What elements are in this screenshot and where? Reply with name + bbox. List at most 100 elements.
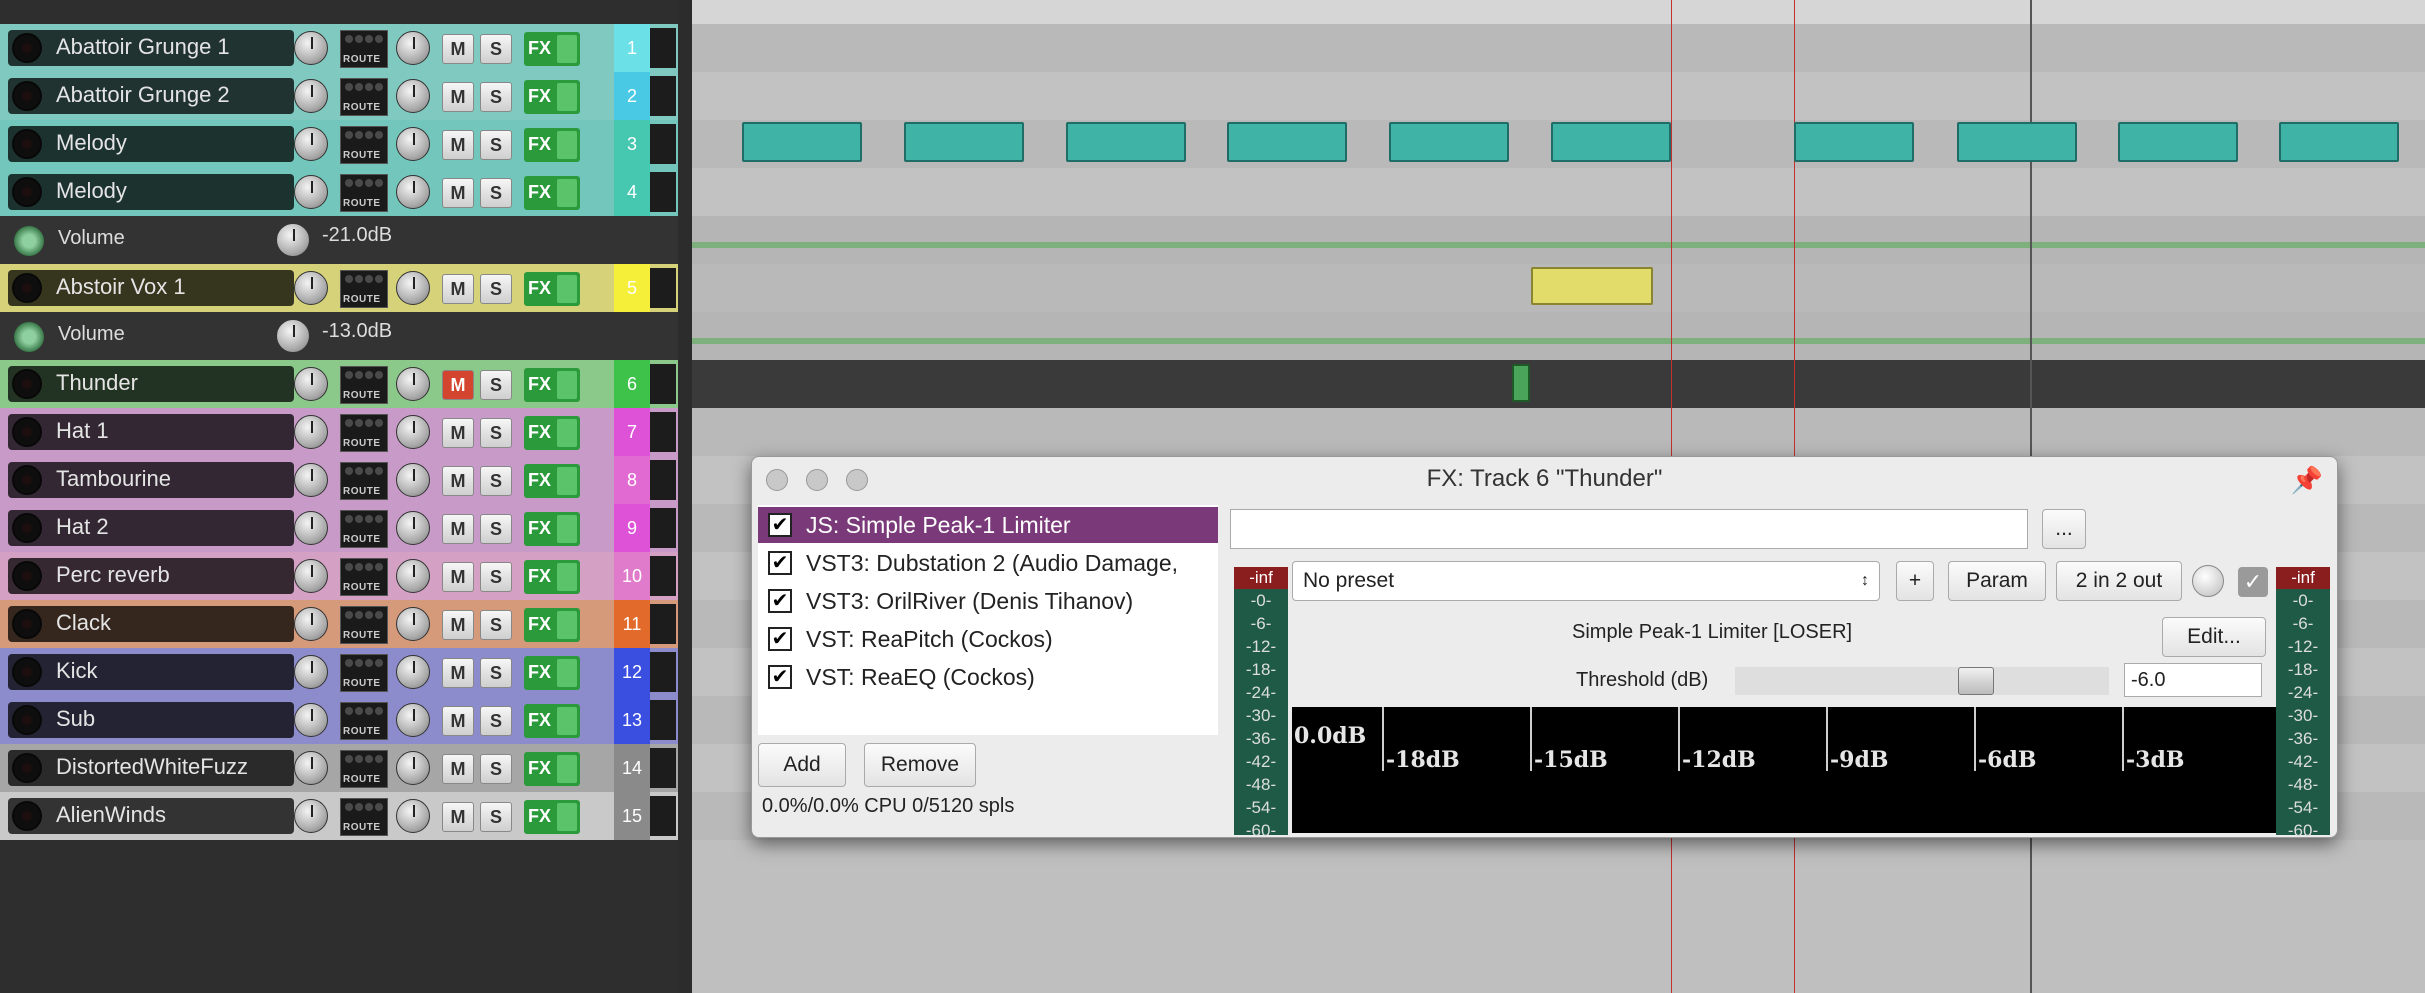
route-button[interactable]: ROUTE xyxy=(340,30,388,68)
pan-knob[interactable] xyxy=(396,415,430,449)
fx-button[interactable]: FX xyxy=(524,560,580,594)
fx-button[interactable]: FX xyxy=(524,800,580,834)
fx-button[interactable]: FX xyxy=(524,176,580,210)
fx-bypass-icon[interactable] xyxy=(557,35,577,63)
track-row[interactable]: Hat 1 ROUTE M S FX 7 xyxy=(0,408,678,456)
volume-knob[interactable] xyxy=(294,367,328,401)
timeline-ruler[interactable] xyxy=(692,0,2425,25)
fx-button[interactable]: FX xyxy=(524,752,580,786)
mute-button[interactable]: M xyxy=(442,178,474,208)
preset-select[interactable]: No preset ↕ xyxy=(1292,561,1880,601)
envelope-lane[interactable] xyxy=(692,312,2425,360)
mute-button[interactable]: M xyxy=(442,82,474,112)
track-row[interactable]: Abstoir Vox 1 ROUTE M S FX 5 xyxy=(0,264,678,312)
pan-knob[interactable] xyxy=(396,367,430,401)
midi-item[interactable] xyxy=(1227,122,1347,162)
volume-knob[interactable] xyxy=(294,511,328,545)
track-row[interactable]: Tambourine ROUTE M S FX 8 xyxy=(0,456,678,504)
fx-button[interactable]: FX xyxy=(524,464,580,498)
route-button[interactable]: ROUTE xyxy=(340,366,388,404)
solo-button[interactable]: S xyxy=(480,610,512,640)
fx-bypass-icon[interactable] xyxy=(557,515,577,543)
track-lane[interactable] xyxy=(692,360,2425,408)
volume-knob[interactable] xyxy=(294,463,328,497)
solo-button[interactable]: S xyxy=(480,514,512,544)
mute-button[interactable]: M xyxy=(442,754,474,784)
mute-button[interactable]: M xyxy=(442,130,474,160)
track-row[interactable]: Abattoir Grunge 1 ROUTE M S FX 1 xyxy=(0,24,678,72)
track-name-field[interactable]: Perc reverb xyxy=(8,558,294,594)
volume-knob[interactable] xyxy=(294,31,328,65)
audio-item[interactable] xyxy=(1531,267,1653,305)
fx-bypass-icon[interactable] xyxy=(557,563,577,591)
track-name-field[interactable]: Melody xyxy=(8,126,294,162)
solo-button[interactable]: S xyxy=(480,370,512,400)
track-lane[interactable] xyxy=(692,168,2425,216)
mute-button[interactable]: M xyxy=(442,466,474,496)
route-button[interactable]: ROUTE xyxy=(340,750,388,788)
route-button[interactable]: ROUTE xyxy=(340,414,388,452)
fx-bypass-icon[interactable] xyxy=(557,755,577,783)
fx-button[interactable]: FX xyxy=(524,368,580,402)
solo-button[interactable]: S xyxy=(480,34,512,64)
mute-button[interactable]: M xyxy=(442,274,474,304)
solo-button[interactable]: S xyxy=(480,754,512,784)
track-row[interactable]: Abattoir Grunge 2 ROUTE M S FX 2 xyxy=(0,72,678,120)
track-row[interactable]: DistortedWhiteFuzz ROUTE M S FX 14 xyxy=(0,744,678,792)
solo-button[interactable]: S xyxy=(480,418,512,448)
track-name-field[interactable]: Abattoir Grunge 1 xyxy=(8,30,294,66)
mute-button[interactable]: M xyxy=(442,610,474,640)
midi-item[interactable] xyxy=(1066,122,1186,162)
solo-button[interactable]: S xyxy=(480,466,512,496)
track-row[interactable]: Kick ROUTE M S FX 12 xyxy=(0,648,678,696)
fx-window[interactable]: FX: Track 6 "Thunder" 📌 ✔ JS: Simple Peak… xyxy=(751,456,2338,840)
add-fx-button[interactable]: Add xyxy=(758,743,846,787)
track-row[interactable]: AlienWinds ROUTE M S FX 15 xyxy=(0,792,678,840)
pan-knob[interactable] xyxy=(396,79,430,113)
route-button[interactable]: ROUTE xyxy=(340,126,388,164)
volume-knob[interactable] xyxy=(294,415,328,449)
solo-button[interactable]: S xyxy=(480,706,512,736)
midi-item[interactable] xyxy=(1794,122,1914,162)
fx-button[interactable]: FX xyxy=(524,512,580,546)
fx-enable-checkbox[interactable]: ✔ xyxy=(768,589,792,613)
pan-knob[interactable] xyxy=(396,511,430,545)
pan-knob[interactable] xyxy=(396,271,430,305)
mute-button[interactable]: M xyxy=(442,562,474,592)
pan-knob[interactable] xyxy=(396,751,430,785)
track-name-field[interactable]: Abattoir Grunge 2 xyxy=(8,78,294,114)
volume-knob[interactable] xyxy=(294,271,328,305)
track-row[interactable]: Sub ROUTE M S FX 13 xyxy=(0,696,678,744)
envelope-knob[interactable] xyxy=(276,223,310,257)
track-name-field[interactable]: Kick xyxy=(8,654,294,690)
fx-bypass-icon[interactable] xyxy=(557,275,577,303)
volume-knob[interactable] xyxy=(294,79,328,113)
io-routing-button[interactable]: 2 in 2 out xyxy=(2056,561,2182,601)
volume-knob[interactable] xyxy=(294,175,328,209)
midi-item[interactable] xyxy=(904,122,1024,162)
fx-chain-item[interactable]: ✔ VST: ReaEQ (Cockos) xyxy=(758,659,1218,695)
more-button[interactable]: ... xyxy=(2042,509,2086,549)
track-lane[interactable] xyxy=(692,72,2425,120)
route-button[interactable]: ROUTE xyxy=(340,510,388,548)
solo-button[interactable]: S xyxy=(480,130,512,160)
pan-knob[interactable] xyxy=(396,463,430,497)
fx-enable-checkbox[interactable]: ✔ xyxy=(768,627,792,651)
fx-bypass-icon[interactable] xyxy=(557,371,577,399)
pan-knob[interactable] xyxy=(396,703,430,737)
route-button[interactable]: ROUTE xyxy=(340,798,388,836)
param-button[interactable]: Param xyxy=(1948,561,2046,601)
pin-icon[interactable]: 📌 xyxy=(2291,465,2323,496)
track-name-field[interactable]: Thunder xyxy=(8,366,294,402)
route-button[interactable]: ROUTE xyxy=(340,78,388,116)
zoom-window-button[interactable] xyxy=(846,469,868,491)
midi-item[interactable] xyxy=(1957,122,2077,162)
fx-bypass-icon[interactable] xyxy=(557,611,577,639)
track-name-field[interactable]: Abstoir Vox 1 xyxy=(8,270,294,306)
mute-button[interactable]: M xyxy=(442,418,474,448)
fx-enable-checkbox[interactable]: ✔ xyxy=(768,665,792,689)
fx-button[interactable]: FX xyxy=(524,80,580,114)
volume-knob[interactable] xyxy=(294,559,328,593)
fx-bypass-icon[interactable] xyxy=(557,467,577,495)
fx-enable-checkbox[interactable]: ✔ xyxy=(768,551,792,575)
